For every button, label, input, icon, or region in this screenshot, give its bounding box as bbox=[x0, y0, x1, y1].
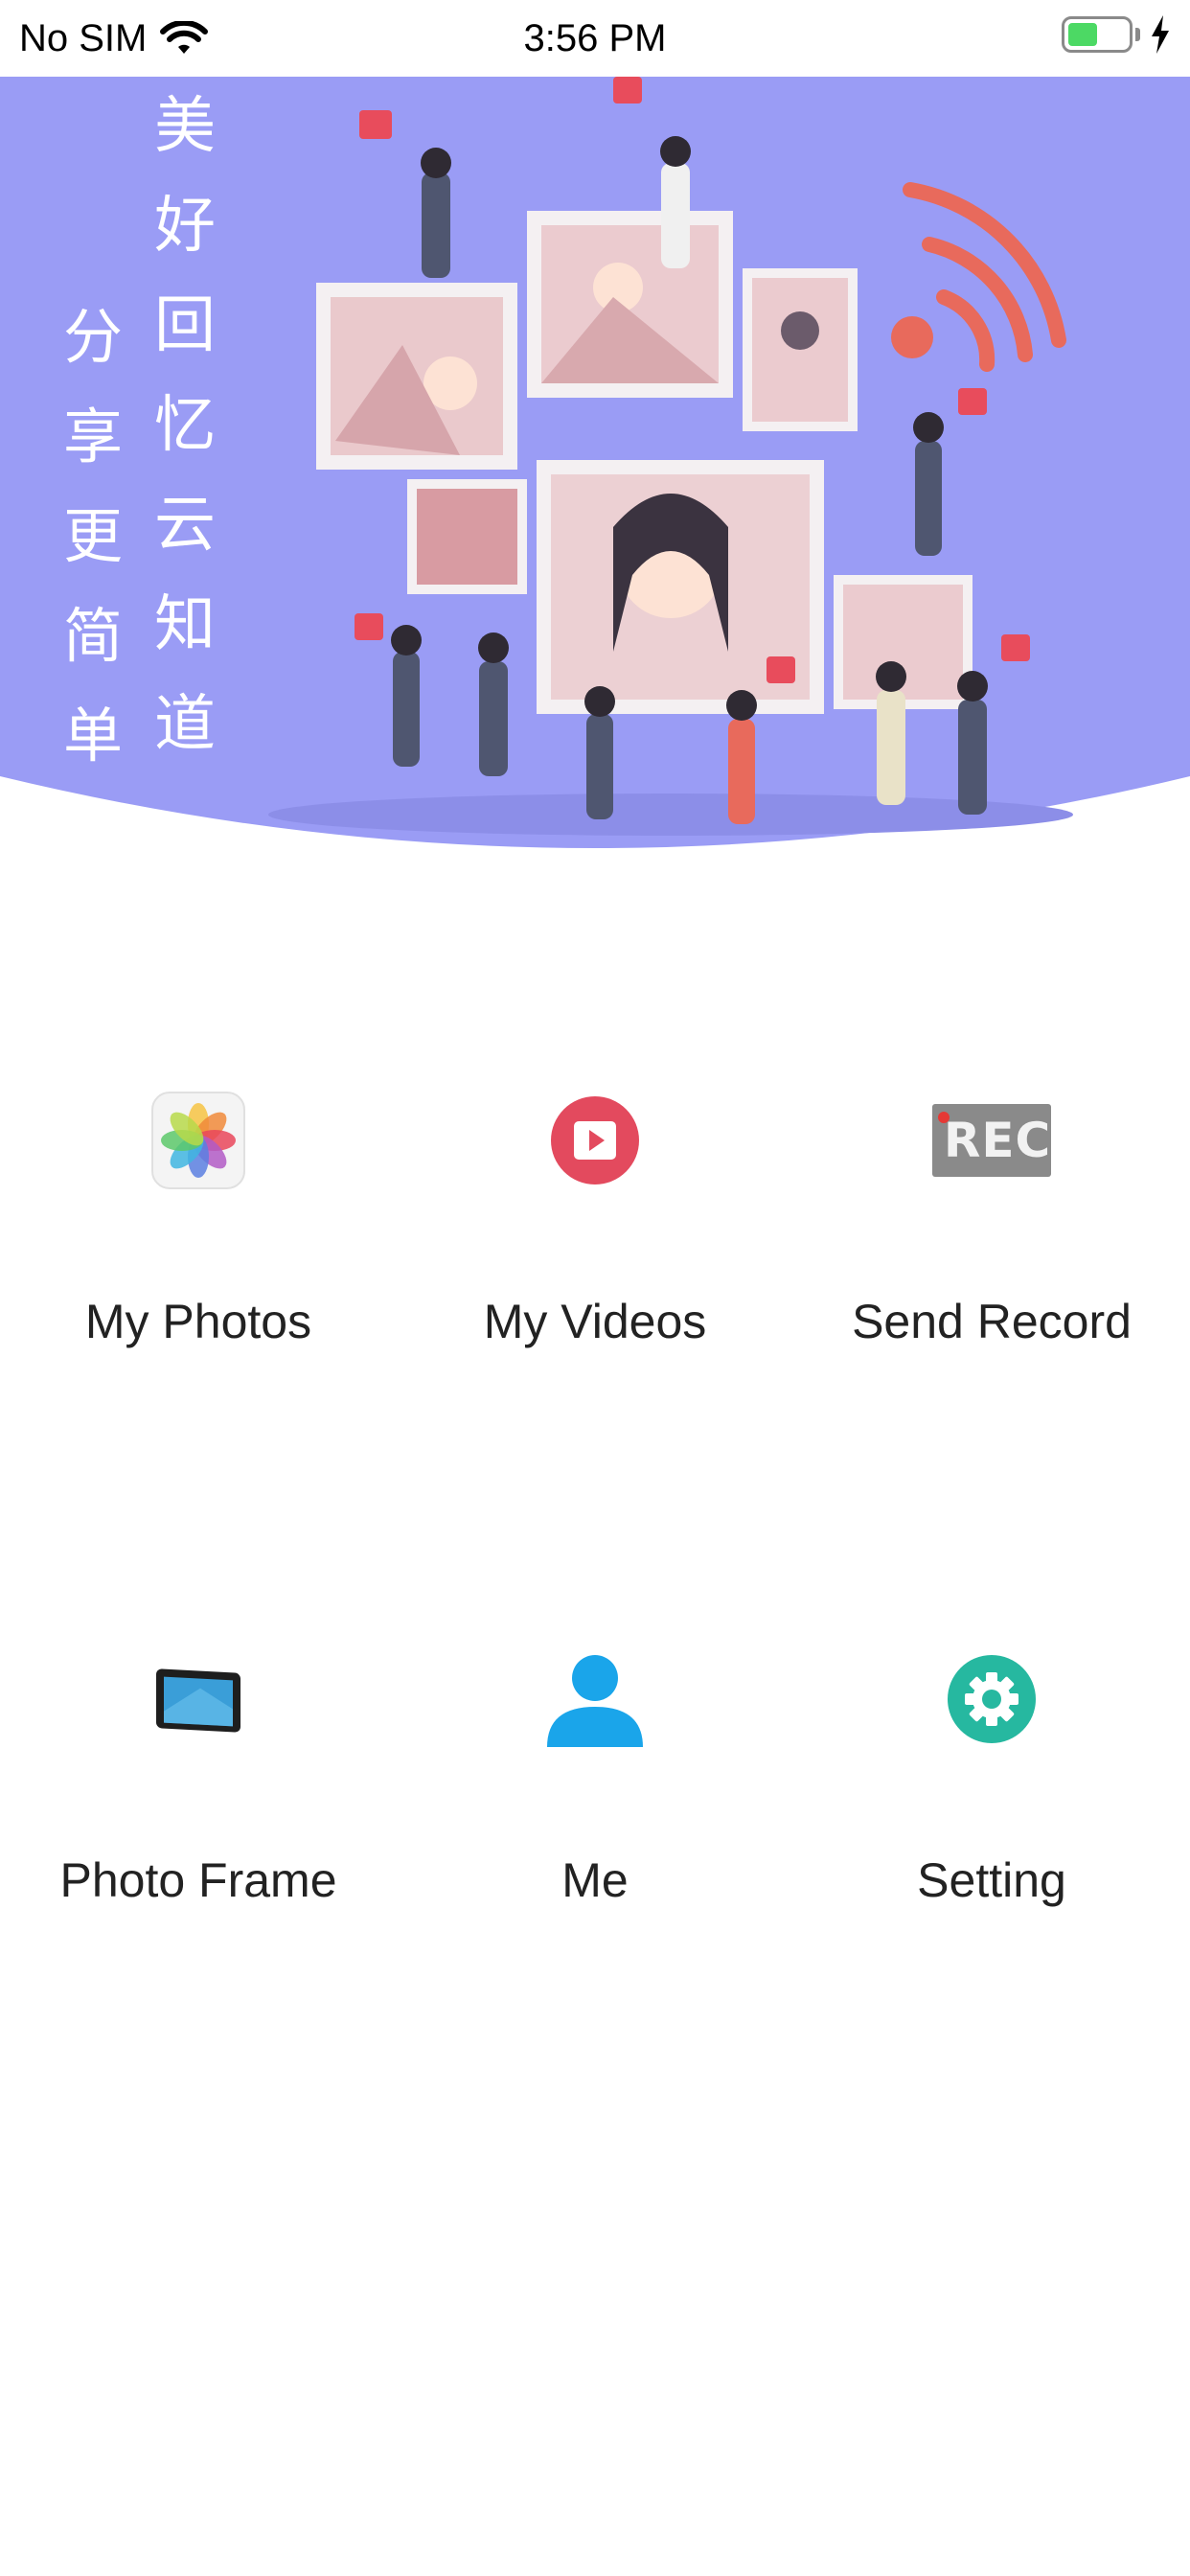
rec-icon: REC bbox=[925, 1092, 1059, 1188]
hero-banner: 美好回忆云知道 分享更简单 bbox=[0, 77, 1190, 853]
menu-item-label: Me bbox=[561, 1853, 629, 1907]
battery-icon bbox=[1062, 16, 1133, 53]
calligraphy-col1: 美好回忆云知道 bbox=[154, 91, 216, 760]
menu-item-label: Setting bbox=[917, 1853, 1066, 1907]
play-video-icon bbox=[547, 1092, 643, 1188]
status-time: 3:56 PM bbox=[523, 17, 667, 59]
gear-icon bbox=[944, 1651, 1040, 1747]
tablet-frame-icon bbox=[150, 1651, 246, 1747]
charging-bolt-icon bbox=[1152, 15, 1169, 54]
menu-item-label: Send Record bbox=[852, 1295, 1132, 1348]
menu-item-label: Photo Frame bbox=[59, 1853, 337, 1907]
menu-item-label: My Photos bbox=[84, 1295, 312, 1348]
status-right bbox=[1062, 15, 1171, 54]
photos-flower-icon bbox=[150, 1092, 246, 1189]
rec-text: REC bbox=[943, 1113, 1052, 1168]
menu-item-label: My Videos bbox=[483, 1295, 707, 1348]
calligraphy-col2: 分享更简单 bbox=[62, 302, 123, 770]
status-bar: No SIM 3:56 PM bbox=[0, 0, 1190, 77]
person-icon bbox=[547, 1651, 643, 1747]
